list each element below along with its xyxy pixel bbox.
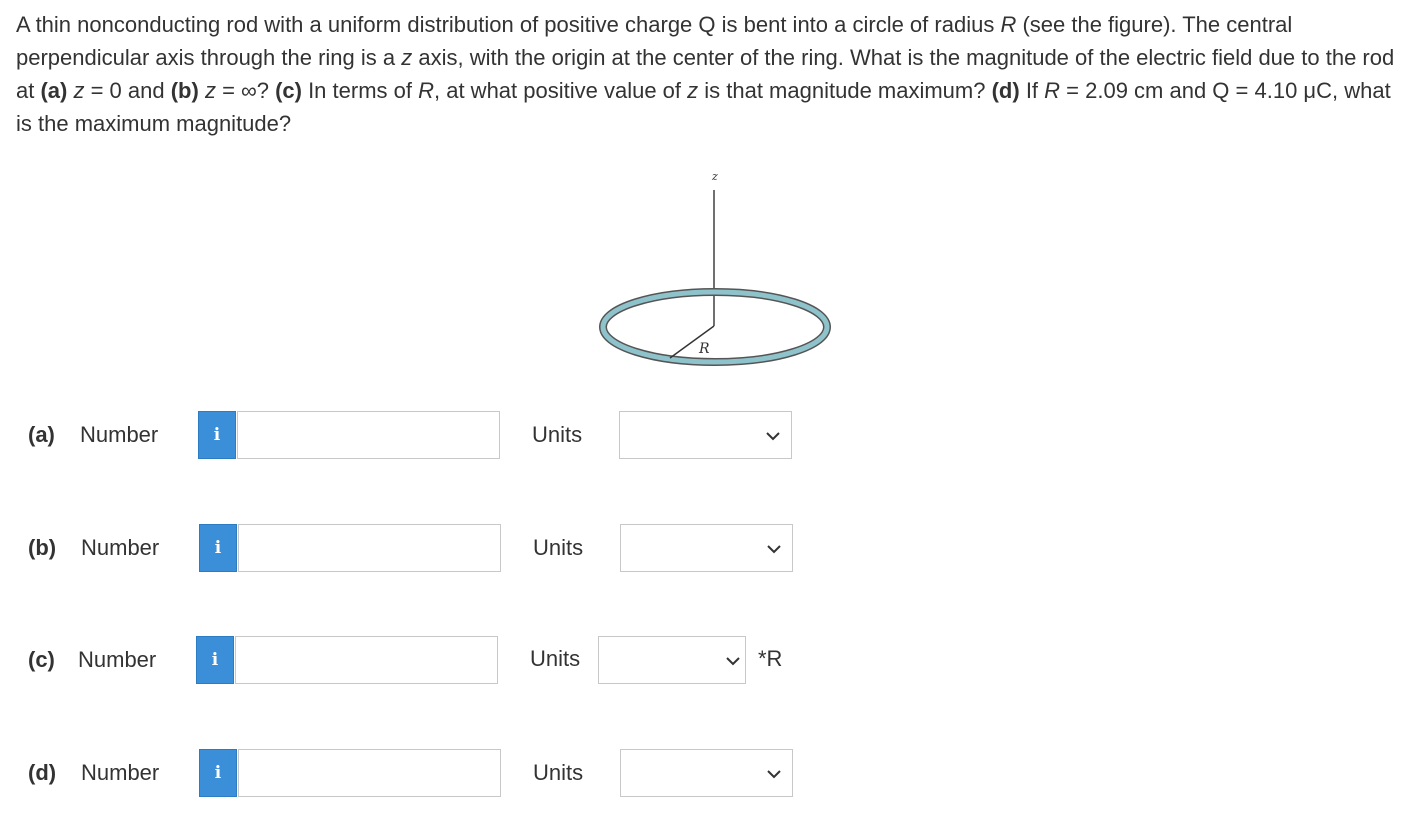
info-icon: i	[213, 425, 221, 445]
chevron-down-icon	[767, 770, 781, 779]
answer-row-c: (c) Number i Units *R	[0, 636, 800, 686]
z-axis-label: z	[711, 170, 718, 183]
info-button-c[interactable]: i	[196, 636, 234, 684]
answer-row-d: (d) Number i Units	[0, 749, 800, 799]
units-select-a[interactable]	[619, 411, 792, 459]
number-label-b: Number	[81, 535, 160, 560]
units-suffix-c: *R	[758, 646, 783, 671]
number-input-b[interactable]	[238, 524, 501, 572]
answer-row-b: (b) Number i Units	[0, 524, 800, 574]
info-icon: i	[211, 650, 219, 670]
chevron-down-icon	[767, 545, 781, 554]
units-label-d: Units	[533, 760, 584, 785]
number-label-c: Number	[78, 647, 157, 672]
chevron-down-icon	[726, 657, 740, 666]
chevron-down-icon	[766, 432, 780, 441]
number-input-a[interactable]	[237, 411, 500, 459]
part-label-d: (d)	[28, 760, 57, 785]
question-text: A thin nonconducting rod with a uniform …	[16, 12, 1395, 136]
units-label-b: Units	[533, 535, 584, 560]
units-select-d[interactable]	[620, 749, 793, 797]
number-input-d[interactable]	[238, 749, 501, 797]
units-select-b[interactable]	[620, 524, 793, 572]
part-label-c: (c)	[28, 647, 55, 672]
part-label-a: (a)	[28, 422, 55, 447]
radius-label: R	[698, 341, 710, 357]
charged-ring-fill	[600, 289, 830, 365]
info-button-d[interactable]: i	[199, 749, 237, 797]
info-icon: i	[214, 538, 222, 558]
part-label-b: (b)	[28, 535, 57, 560]
units-label-c: Units	[530, 646, 581, 671]
ring-figure: z R	[599, 170, 831, 366]
number-label-a: Number	[80, 422, 159, 447]
number-label-d: Number	[81, 760, 160, 785]
info-button-b[interactable]: i	[199, 524, 237, 572]
units-select-c[interactable]	[598, 636, 746, 684]
info-icon: i	[214, 763, 222, 783]
info-button-a[interactable]: i	[198, 411, 236, 459]
units-label-a: Units	[532, 422, 583, 447]
answer-row-a: (a) Number i Units	[0, 411, 800, 461]
number-input-c[interactable]	[235, 636, 498, 684]
